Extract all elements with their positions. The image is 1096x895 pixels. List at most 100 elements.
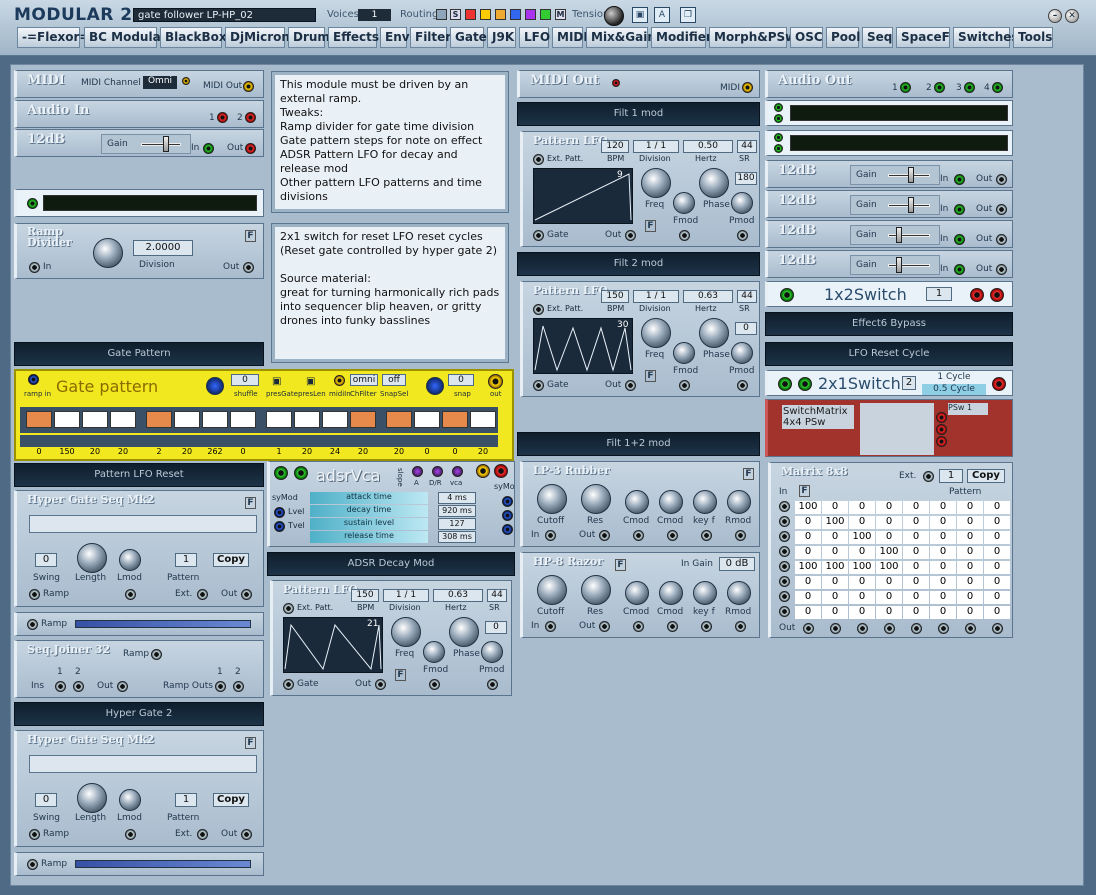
matrix-cell[interactable]: 0: [930, 591, 956, 604]
menu-filter[interactable]: Filter: [410, 27, 451, 48]
step-value[interactable]: 24: [322, 447, 348, 456]
lmod-jack[interactable]: [125, 829, 136, 840]
step-value[interactable]: 20: [386, 447, 412, 456]
ext-patt-jack[interactable]: [533, 154, 544, 165]
cmod1-knob[interactable]: [625, 490, 649, 514]
gate-step[interactable]: [322, 411, 348, 428]
audio-in-jack-1[interactable]: [217, 112, 228, 123]
matrix-cell[interactable]: 0: [930, 546, 956, 559]
menu-flexor[interactable]: -=Flexor=-: [17, 27, 94, 48]
routing-s-button[interactable]: S: [450, 9, 461, 20]
bpm-field[interactable]: 120: [601, 140, 629, 153]
matrix-cell[interactable]: 100: [795, 561, 821, 574]
ramp-out-jack-2[interactable]: [233, 681, 244, 692]
cmod2-jack[interactable]: [667, 621, 678, 632]
matrix-cell[interactable]: 0: [876, 591, 902, 604]
gain-slider[interactable]: [888, 234, 930, 237]
gate-step-row[interactable]: [29, 755, 257, 773]
step-value[interactable]: 0: [230, 447, 256, 456]
matrix-cell[interactable]: 0: [876, 531, 902, 544]
gate-step[interactable]: [82, 411, 108, 428]
gate-step[interactable]: [146, 411, 172, 428]
menu-effects[interactable]: Effects: [328, 27, 379, 48]
matrix-cell[interactable]: 0: [903, 501, 929, 514]
chfilter-field[interactable]: omni: [350, 374, 378, 386]
hyper-gate-seq-2-module[interactable]: Hyper Gate Seq Mk2 F 0 Swing Length Lmod…: [14, 730, 264, 847]
matrix-cell[interactable]: 100: [795, 501, 821, 514]
attack-field[interactable]: 4 ms: [438, 492, 476, 504]
copy-button[interactable]: Copy: [213, 793, 249, 807]
division-field[interactable]: 1 / 1: [633, 140, 679, 153]
matrix-cell[interactable]: 0: [957, 591, 983, 604]
menu-modifier[interactable]: Modifier: [651, 27, 712, 48]
symod-jack-3[interactable]: [502, 524, 513, 535]
freq-knob[interactable]: [391, 617, 421, 647]
cmod2-jack[interactable]: [667, 530, 678, 541]
step-value[interactable]: 20: [470, 447, 496, 456]
fmod-knob[interactable]: [673, 192, 695, 214]
matrix-in-jack[interactable]: [779, 546, 790, 557]
out-jack-2[interactable]: [990, 288, 1004, 302]
db12-module-3[interactable]: 12dB Gain In Out: [765, 220, 1013, 248]
switch-option-1[interactable]: 1 Cycle: [922, 372, 986, 383]
routing-gray-button[interactable]: [436, 9, 447, 20]
release-field[interactable]: 308 ms: [438, 531, 476, 543]
pmod-jack[interactable]: [737, 380, 748, 391]
menu-spacef[interactable]: SpaceF: [896, 27, 950, 48]
fmod-jack[interactable]: [679, 230, 690, 241]
out-jack[interactable]: [375, 679, 386, 690]
f-button[interactable]: F: [645, 220, 656, 232]
seq-joiner-module[interactable]: Seq.Joiner 32 Ramp 1 2 Ins Out Ramp Outs…: [14, 640, 264, 698]
matrix-cell[interactable]: 0: [876, 501, 902, 514]
step-value[interactable]: 20: [350, 447, 376, 456]
symod-jack-2[interactable]: [502, 510, 513, 521]
gain-slider-thumb[interactable]: [896, 257, 902, 273]
gate-jack[interactable]: [533, 380, 544, 391]
midiin-jack[interactable]: [334, 375, 345, 386]
out-jack[interactable]: [245, 143, 256, 154]
f-button[interactable]: F: [395, 669, 406, 681]
save-icon[interactable]: ▣: [632, 7, 648, 23]
shuffle-field[interactable]: 0: [231, 374, 259, 386]
in-jack[interactable]: [954, 264, 965, 275]
switch-option-2[interactable]: 0.5 Cycle: [922, 384, 986, 395]
matrix-out-jack[interactable]: [992, 623, 1003, 634]
midi-in-module[interactable]: MIDI MIDI Channel Omni MIDI Out: [14, 70, 264, 98]
matrix-cell[interactable]: 0: [849, 516, 875, 529]
ramp-jack[interactable]: [29, 829, 40, 840]
ext-jack[interactable]: [197, 829, 208, 840]
step-value[interactable]: 262: [202, 447, 228, 456]
matrix-cell[interactable]: 0: [903, 516, 929, 529]
matrix-in-jack[interactable]: [779, 591, 790, 602]
phase-knob[interactable]: [699, 318, 729, 348]
comment-note-1[interactable]: This module must be driven by an externa…: [271, 71, 509, 213]
decay-slider[interactable]: decay time: [310, 505, 428, 517]
out-jack[interactable]: [243, 262, 254, 273]
gate-step[interactable]: [202, 411, 228, 428]
phase-field[interactable]: 180: [735, 172, 757, 185]
sustain-slider[interactable]: sustain level: [310, 518, 428, 530]
close-icon[interactable]: ✕: [1065, 9, 1079, 23]
division-field[interactable]: 1 / 1: [383, 589, 429, 602]
gate-step[interactable]: [350, 411, 376, 428]
menu-osc[interactable]: OSC: [790, 27, 823, 48]
matrix-out-jack[interactable]: [965, 623, 976, 634]
ins-jack-1[interactable]: [55, 681, 66, 692]
matrix-cell[interactable]: 0: [957, 546, 983, 559]
out-jack-1[interactable]: [970, 288, 984, 302]
midi-in-jack[interactable]: [742, 82, 753, 93]
matrix-cell[interactable]: 0: [822, 576, 848, 589]
gate-step[interactable]: [266, 411, 292, 428]
matrix-cell[interactable]: 0: [822, 501, 848, 514]
gain-slider-thumb[interactable]: [908, 197, 914, 213]
gate-step[interactable]: [174, 411, 200, 428]
step-value[interactable]: 20: [294, 447, 320, 456]
symod-jack-1[interactable]: [502, 496, 513, 507]
length-knob[interactable]: [77, 543, 107, 573]
meter-jack-1[interactable]: [774, 133, 783, 142]
pmod-knob[interactable]: [731, 192, 753, 214]
routing-red-button[interactable]: [465, 9, 476, 20]
ext-patt-jack[interactable]: [533, 304, 544, 315]
audio-out-jack-2[interactable]: [934, 82, 945, 93]
pattern-field[interactable]: 1: [175, 553, 197, 567]
